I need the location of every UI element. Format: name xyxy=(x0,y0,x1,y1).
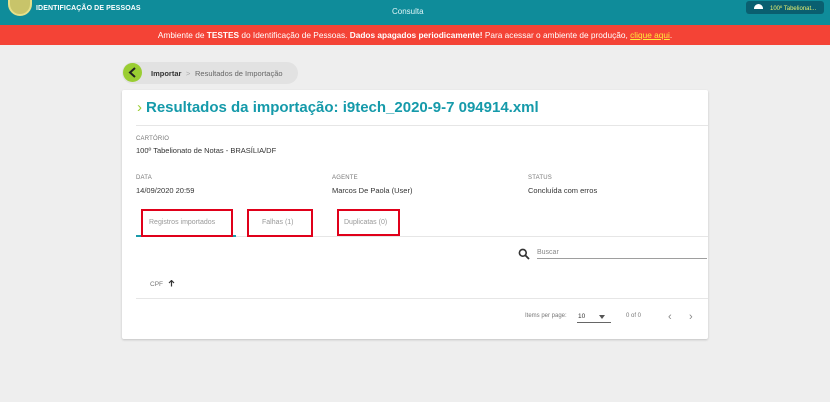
status-label: STATUS xyxy=(528,175,552,181)
chevron-down-icon[interactable] xyxy=(599,315,605,319)
pagination-range: 0 of 0 xyxy=(626,313,642,319)
title-arrow-icon: › xyxy=(137,99,142,116)
app-name: IDENTIFICAÇÃO DE PESSOAS xyxy=(36,5,141,12)
banner-bold-2: Dados apagados periodicamente! xyxy=(349,30,483,40)
agente-label: AGENTE xyxy=(332,175,358,181)
highlight-box-registros xyxy=(141,209,233,237)
column-header-cpf[interactable]: CPF xyxy=(150,279,175,288)
agente-value: Marcos De Paola (User) xyxy=(332,186,413,195)
banner-text-1: Ambiente de xyxy=(157,30,207,40)
nav-consulta[interactable]: Consulta xyxy=(392,7,424,16)
previous-page-button[interactable]: ‹ xyxy=(668,311,672,323)
banner-text-4: . xyxy=(669,30,673,40)
search-input[interactable] xyxy=(537,246,707,259)
status-value: Concluída com erros xyxy=(528,186,598,195)
breadcrumb-separator: > xyxy=(186,69,191,78)
breadcrumb-current: Resultados de Importação xyxy=(195,69,283,78)
breadcrumb-importar[interactable]: Importar xyxy=(151,69,181,78)
top-app-bar: IDENTIFICAÇÃO DE PESSOAS Consulta 100º T… xyxy=(0,0,830,25)
page-title-text: Resultados da importação: i9tech_2020-9-… xyxy=(146,99,539,116)
table-header-divider xyxy=(136,298,708,299)
banner-bold-1: TESTES xyxy=(206,30,240,40)
banner-text-2: do Identificação de Pessoas. xyxy=(239,30,350,40)
user-icon xyxy=(754,4,763,9)
items-per-page-label: Items per page: xyxy=(525,313,567,319)
column-cpf-label: CPF xyxy=(150,281,163,288)
items-per-page-underline xyxy=(577,322,611,323)
production-link[interactable]: clique aqui xyxy=(630,30,670,40)
user-chip-label: 100º Tabelionat... xyxy=(770,6,817,12)
highlight-box-falhas xyxy=(247,209,313,237)
app-logo-icon[interactable] xyxy=(8,0,32,16)
items-per-page-select[interactable]: 10 xyxy=(578,313,585,320)
data-value: 14/09/2020 20:59 xyxy=(136,186,195,195)
page-title: › Resultados da importação: i9tech_2020-9… xyxy=(137,99,539,116)
cartorio-label: CARTÓRIO xyxy=(136,136,170,142)
title-divider xyxy=(136,125,708,126)
user-menu-chip[interactable]: 100º Tabelionat... xyxy=(746,1,824,14)
test-environment-banner: Ambiente de TESTES do Identificação de P… xyxy=(0,25,830,45)
data-label: DATA xyxy=(136,175,152,181)
next-page-button[interactable]: › xyxy=(689,311,693,323)
arrow-up-icon xyxy=(168,279,175,287)
highlight-box-duplicatas xyxy=(337,209,400,236)
back-button[interactable] xyxy=(123,63,142,82)
chevron-left-icon xyxy=(128,67,136,78)
cartorio-value: 100º Tabelionato de Notas - BRASÍLIA/DF xyxy=(136,146,277,155)
search-icon[interactable] xyxy=(518,248,530,260)
banner-text-3: Para acessar o ambiente de produção, xyxy=(482,30,631,40)
